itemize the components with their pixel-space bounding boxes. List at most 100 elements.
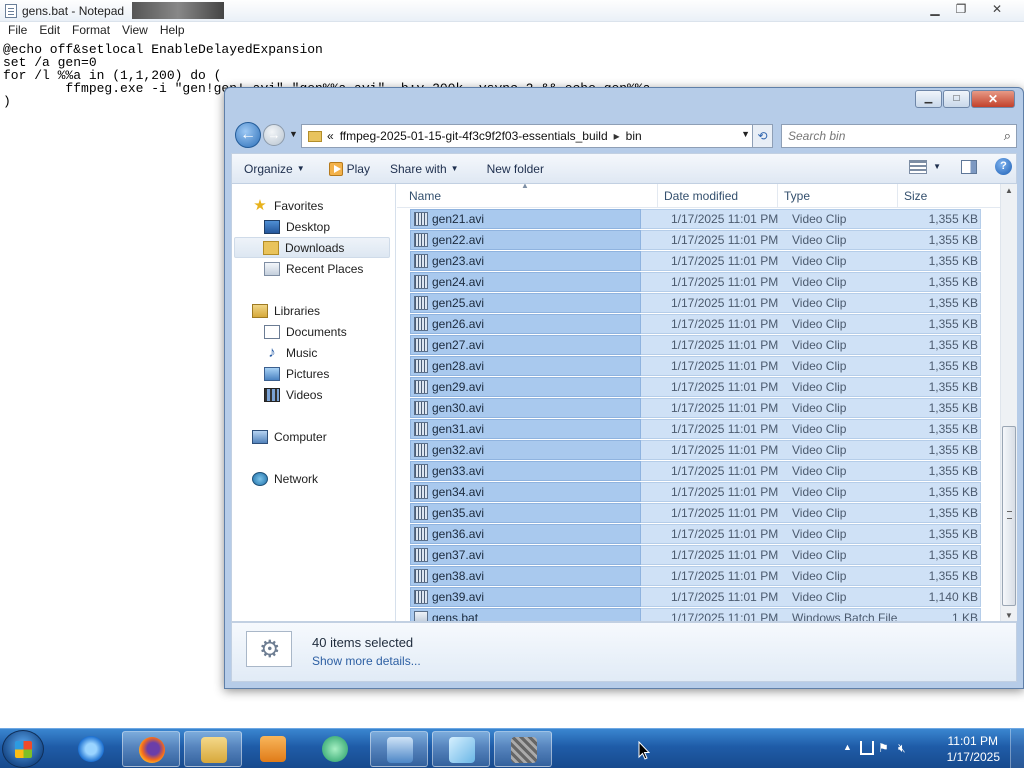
scroll-up-icon[interactable]: ▲ [1005,186,1013,195]
file-row[interactable]: gen29.avi 1/17/2025 11:01 PM Video Clip 1,3… [397,377,1005,398]
chevron-right-icon[interactable]: ▸ [614,129,620,143]
clock-date[interactable]: 1/17/2025 [947,750,1000,764]
file-name-cell[interactable]: gen24.avi [410,272,641,292]
taskbar-windows-explorer[interactable] [184,731,242,767]
file-row[interactable]: gen22.avi 1/17/2025 11:01 PM Video Clip 1,3… [397,230,1005,251]
file-name-cell[interactable]: gen26.avi [410,314,641,334]
chevron-down-icon[interactable]: ▼ [741,129,750,139]
file-row[interactable]: gen32.avi 1/17/2025 11:01 PM Video Clip 1,3… [397,440,1005,461]
breadcrumb-bin[interactable]: bin [626,129,642,143]
file-name-cell[interactable]: gen36.avi [410,524,641,544]
vertical-scrollbar[interactable]: ▲ ▼ [1000,184,1017,621]
file-row[interactable]: gens.bat 1/17/2025 11:01 PM Windows Batch … [397,608,1005,621]
nav-computer[interactable]: Computer [252,426,327,447]
file-name-cell[interactable]: gen27.avi [410,335,641,355]
breadcrumb-overflow[interactable]: « [327,129,334,143]
file-name-cell[interactable]: gen23.avi [410,251,641,271]
nav-libraries[interactable]: Libraries [252,300,320,321]
column-name[interactable]: Name [403,184,658,208]
column-size[interactable]: Size [898,184,1005,208]
preview-pane-icon[interactable] [961,159,977,174]
clock-time[interactable]: 11:01 PM [948,734,998,748]
file-row[interactable]: gen21.avi 1/17/2025 11:01 PM Video Clip 1,3… [397,209,1005,230]
file-name-cell[interactable]: gen33.avi [410,461,641,481]
file-row[interactable]: gen25.avi 1/17/2025 11:01 PM Video Clip 1,3… [397,293,1005,314]
back-button[interactable]: ← [235,122,261,148]
taskbar-control-panel[interactable] [370,731,428,767]
file-row[interactable]: gen33.avi 1/17/2025 11:01 PM Video Clip 1,3… [397,461,1005,482]
organize-button[interactable]: Organize ▼ [232,154,315,183]
search-icon[interactable]: ⌕ [1004,128,1011,144]
action-center-flag-icon[interactable]: ⚑ [878,741,892,755]
taskbar-media-player[interactable] [244,731,302,767]
file-name-cell[interactable]: gen28.avi [410,356,641,376]
menu-edit[interactable]: Edit [33,22,66,40]
file-row[interactable]: gen26.avi 1/17/2025 11:01 PM Video Clip 1,3… [397,314,1005,335]
file-name-cell[interactable]: gen25.avi [410,293,641,313]
file-name-cell[interactable]: gen35.avi [410,503,641,523]
start-button[interactable] [2,730,44,768]
explorer-titlebar[interactable]: ▁ □ ✕ [225,88,1023,114]
file-row[interactable]: gen37.avi 1/17/2025 11:01 PM Video Clip 1,3… [397,545,1005,566]
menu-format[interactable]: Format [66,22,116,40]
refresh-icon[interactable]: ⟲ [752,125,772,147]
file-row[interactable]: gen23.avi 1/17/2025 11:01 PM Video Clip 1,3… [397,251,1005,272]
file-name-cell[interactable]: gen32.avi [410,440,641,460]
menu-file[interactable]: File [2,22,33,40]
taskbar-notepad[interactable] [432,731,490,767]
file-row[interactable]: gen34.avi 1/17/2025 11:01 PM Video Clip 1,3… [397,482,1005,503]
file-name-cell[interactable]: gen38.avi [410,566,641,586]
forward-button[interactable]: → [263,124,285,146]
nav-pictures[interactable]: Pictures [264,363,329,384]
file-name-cell[interactable]: gen37.avi [410,545,641,565]
notepad-titlebar[interactable]: gens.bat - Notepad ▁ ❐ ✕ [0,0,1024,22]
maximize-icon[interactable]: □ [943,90,970,108]
nav-documents[interactable]: Documents [264,321,347,342]
taskbar-internet-explorer[interactable] [62,731,120,767]
nav-music[interactable]: ♪ Music [264,342,317,363]
nav-desktop[interactable]: Desktop [264,216,330,237]
menu-help[interactable]: Help [154,22,191,40]
file-row[interactable]: gen24.avi 1/17/2025 11:01 PM Video Clip 1,3… [397,272,1005,293]
network-tray-icon[interactable] [860,741,874,755]
file-row[interactable]: gen27.avi 1/17/2025 11:01 PM Video Clip 1,3… [397,335,1005,356]
taskbar-firefox[interactable] [122,731,180,767]
file-name-cell[interactable]: gen29.avi [410,377,641,397]
file-name-cell[interactable]: gen21.avi [410,209,641,229]
recent-pages-dropdown[interactable]: ▼ [289,129,299,139]
minimize-icon[interactable]: ▁ [922,1,948,18]
close-icon[interactable]: ✕ [971,90,1015,108]
address-bar[interactable]: « ffmpeg-2025-01-15-git-4f3c9f2f03-essen… [301,124,773,148]
file-row[interactable]: gen28.avi 1/17/2025 11:01 PM Video Clip 1,3… [397,356,1005,377]
file-row[interactable]: gen36.avi 1/17/2025 11:01 PM Video Clip 1,3… [397,524,1005,545]
taskbar-virtual-machine[interactable] [494,731,552,767]
nav-recent-places[interactable]: Recent Places [264,258,363,279]
file-row[interactable]: gen38.avi 1/17/2025 11:01 PM Video Clip 1,3… [397,566,1005,587]
help-icon[interactable]: ? [995,158,1012,175]
new-folder-button[interactable]: New folder [477,154,554,183]
show-desktop-button[interactable] [1010,729,1024,768]
search-input[interactable]: Search bin ⌕ [781,124,1017,148]
chevron-down-icon[interactable]: ▼ [933,162,941,171]
menu-view[interactable]: View [116,22,154,40]
nav-favorites[interactable]: ★ Favorites [252,195,323,216]
file-name-cell[interactable]: gen22.avi [410,230,641,250]
scroll-down-icon[interactable]: ▼ [1005,611,1013,620]
file-row[interactable]: gen31.avi 1/17/2025 11:01 PM Video Clip 1,3… [397,419,1005,440]
file-name-cell[interactable]: gens.bat [410,608,641,621]
share-with-button[interactable]: Share with ▼ [380,154,469,183]
file-name-cell[interactable]: gen30.avi [410,398,641,418]
file-row[interactable]: gen30.avi 1/17/2025 11:01 PM Video Clip 1,3… [397,398,1005,419]
change-view-icon[interactable] [909,159,928,174]
play-button[interactable]: Play [319,154,380,183]
restore-icon[interactable]: ❐ [948,1,974,18]
close-icon[interactable]: ✕ [984,1,1010,18]
file-name-cell[interactable]: gen39.avi [410,587,641,607]
column-date-modified[interactable]: Date modified [658,184,778,208]
nav-network[interactable]: Network [252,468,318,489]
volume-muted-icon[interactable]: 🔇︎ [898,741,912,755]
breadcrumb-ffmpeg-folder[interactable]: ffmpeg-2025-01-15-git-4f3c9f2f03-essenti… [340,129,608,143]
nav-videos[interactable]: Videos [264,384,322,405]
show-more-details-link[interactable]: Show more details... [312,654,421,668]
file-name-cell[interactable]: gen31.avi [410,419,641,439]
